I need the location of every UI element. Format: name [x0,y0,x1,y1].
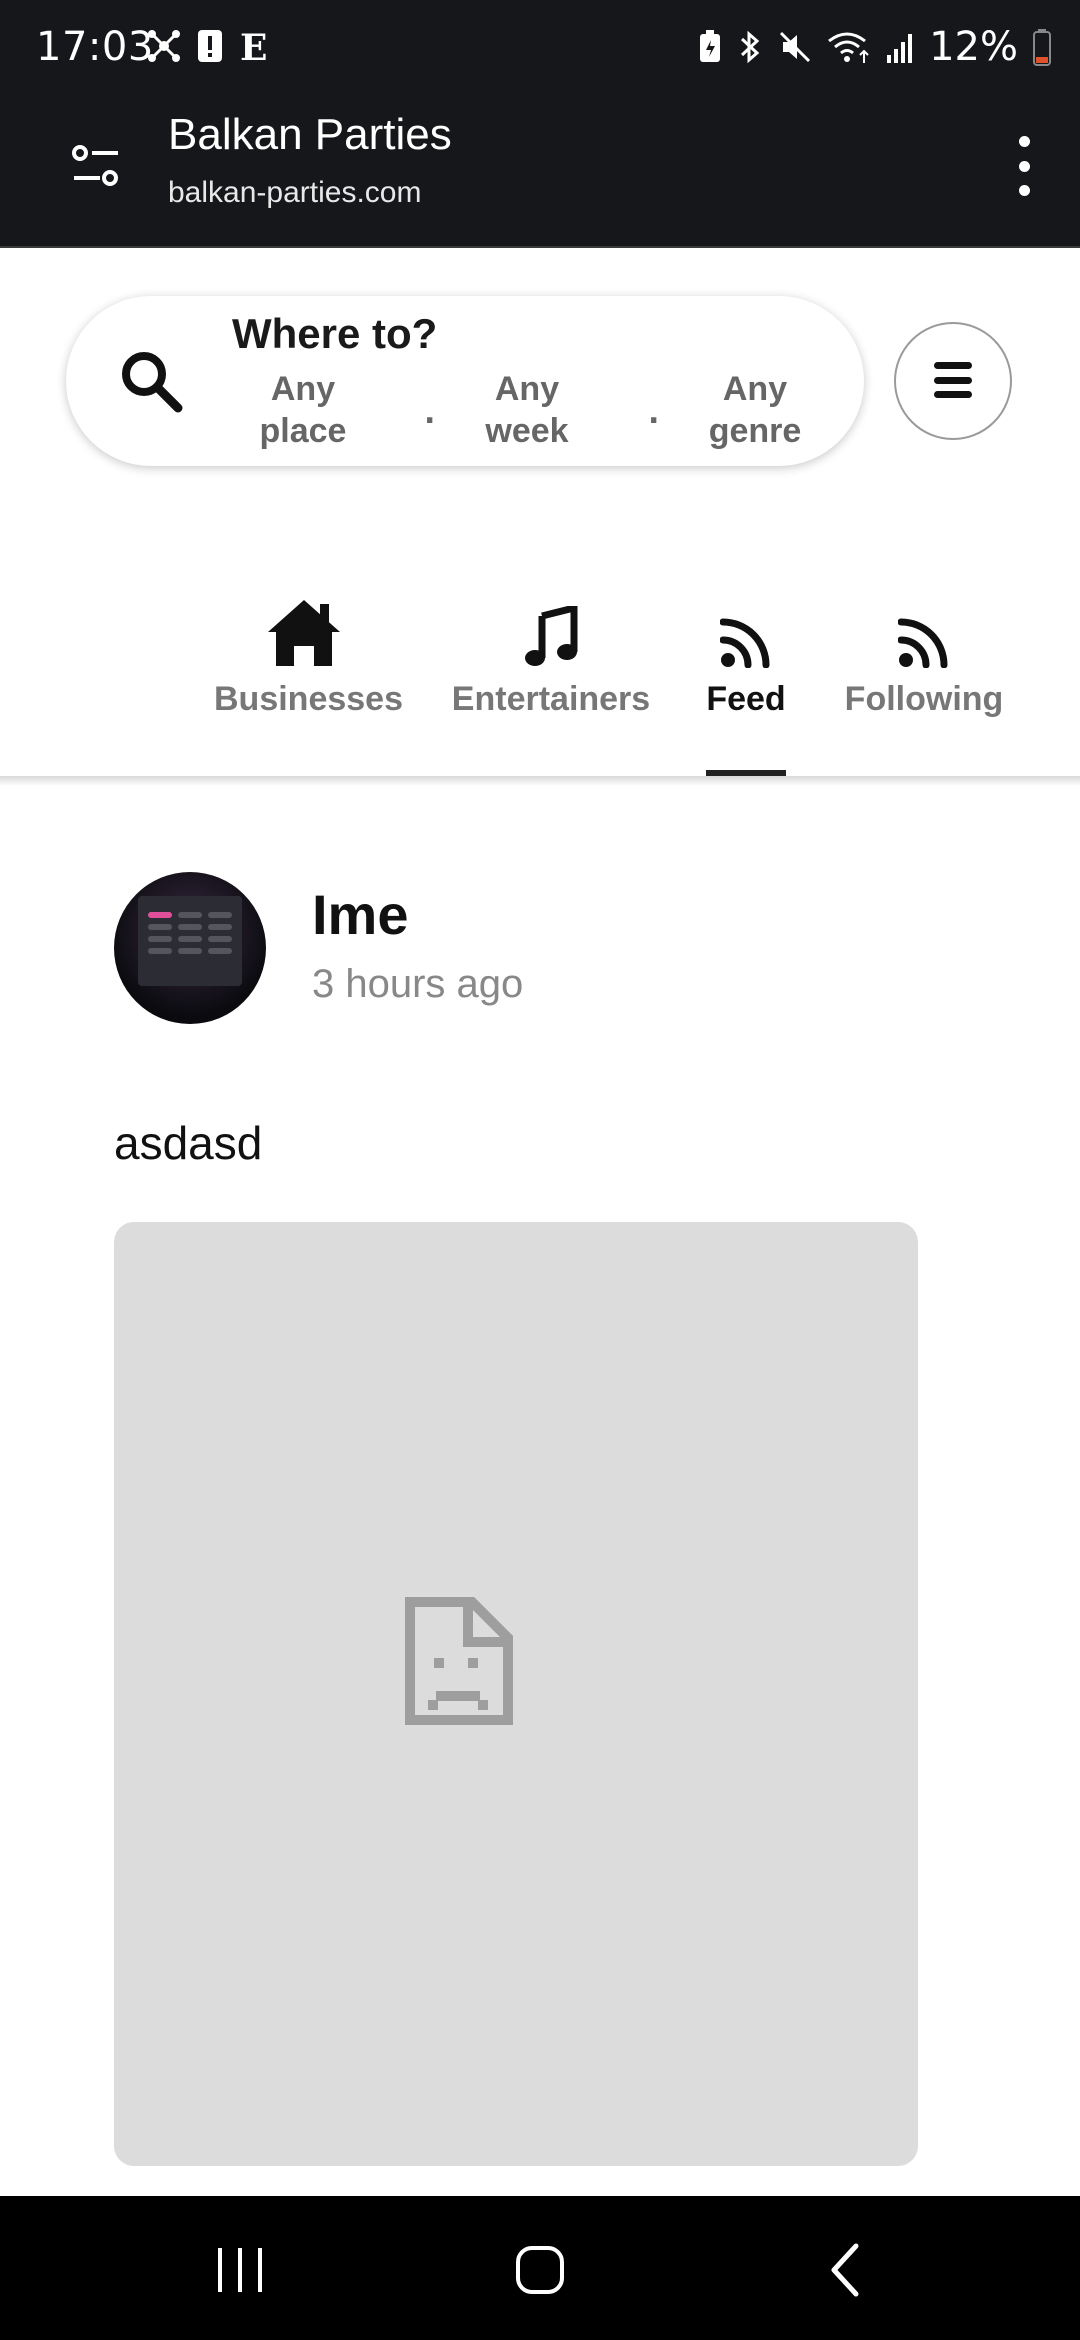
wifi-icon [828,32,869,63]
mute-icon [780,31,811,63]
back-icon[interactable] [816,2240,876,2300]
search-option-place[interactable]: Any place [228,368,378,452]
post-image[interactable] [114,1222,918,2166]
hamburger-menu-button[interactable] [894,322,1012,440]
status-time: 17:03 [36,24,154,70]
tune-icon[interactable] [70,140,122,192]
tab-label: Entertainers [451,680,651,718]
recent-apps-icon[interactable] [210,2240,270,2300]
svg-text:E: E [240,28,267,64]
search-separator: . [424,396,436,431]
signal-icon [887,34,913,63]
post-author-name[interactable]: Ime [312,882,409,947]
post-text: asdasd [114,1117,263,1169]
music-note-icon [525,606,578,666]
search-separator: . [648,396,660,431]
category-tabs: Businesses Entertainers Feed Following [0,580,1080,776]
battery-percentage: 12% [929,24,1018,70]
search-icon [122,352,183,413]
tab-feed[interactable]: Feed [686,580,806,719]
battery-icon [1033,29,1051,66]
tab-label: Following [844,680,1004,718]
house-icon [268,600,340,666]
battery-saver-icon [700,30,721,62]
search-title: Where to? [232,310,438,357]
more-vert-icon[interactable] [1012,136,1036,196]
tab-entertainers[interactable]: Entertainers [446,580,656,719]
tab-businesses[interactable]: Businesses [214,580,403,719]
site-title: Balkan Parties [168,110,452,159]
broken-image-icon [405,1597,513,1725]
bluetooth-icon [741,30,760,64]
tabs-divider [0,776,1080,786]
search-bar[interactable]: Where to? Any place . Any week . Any gen… [66,296,864,466]
site-url[interactable]: balkan-parties.com [168,176,421,210]
status-left-icons: E [146,28,272,64]
e-app-icon: E [240,28,267,64]
tab-label: Feed [706,680,786,718]
avatar[interactable] [114,872,266,1024]
search-option-week[interactable]: Any week [452,368,602,452]
rss-icon [720,618,770,668]
post-timestamp: 3 hours ago [312,962,524,1006]
hamburger-icon [934,362,972,398]
network-hub-icon [148,30,180,62]
rss-icon [898,618,948,668]
system-navigation-bar [0,2196,1080,2340]
status-bar: 17:03 E 12% [0,0,1080,100]
browser-header: Balkan Parties balkan-parties.com [0,100,1080,248]
status-right-icons: 12% [697,24,1052,70]
tab-label: Businesses [214,680,403,718]
home-icon[interactable] [510,2240,570,2300]
tab-following[interactable]: Following [836,580,1012,719]
alert-icon [198,30,222,62]
search-option-genre[interactable]: Any genre [680,368,830,452]
